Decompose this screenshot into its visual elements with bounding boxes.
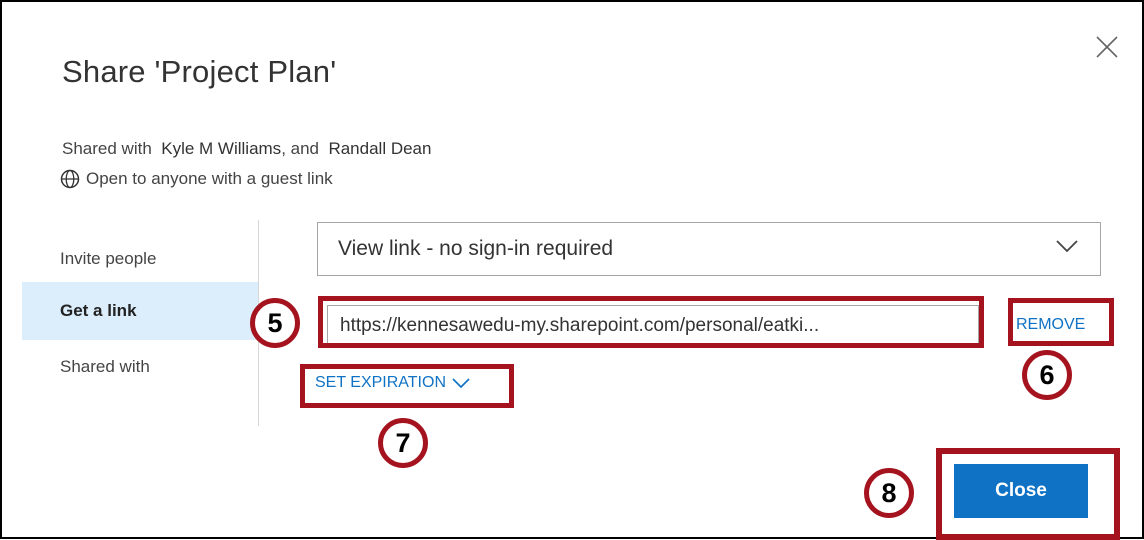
guest-link-status: Open to anyone with a guest link	[60, 169, 333, 189]
share-dialog: Share 'Project Plan' Shared with Kyle M …	[0, 0, 1144, 540]
set-expiration-label: SET EXPIRATION	[315, 374, 446, 391]
nav-item-label: Invite people	[60, 249, 157, 268]
nav-get-a-link[interactable]: Get a link	[22, 282, 258, 340]
shared-joiner: , and	[281, 139, 319, 158]
shared-person[interactable]: Kyle M Williams	[161, 139, 281, 158]
link-url-text: https://kennesawedu-my.sharepoint.com/pe…	[340, 315, 820, 336]
link-type-dropdown[interactable]: View link - no sign-in required	[317, 222, 1101, 276]
callout-8: 8	[864, 468, 914, 518]
dialog-title: Share 'Project Plan'	[62, 54, 337, 89]
chevron-down-icon	[452, 378, 470, 388]
nav-shared-with[interactable]: Shared with	[22, 338, 258, 396]
callout-6: 6	[1022, 350, 1072, 400]
remove-link[interactable]: REMOVE	[1016, 316, 1085, 334]
guest-link-text: Open to anyone with a guest link	[86, 169, 333, 188]
nav-item-label: Get a link	[60, 301, 137, 320]
globe-icon	[60, 169, 80, 189]
close-icon[interactable]	[1094, 34, 1120, 60]
nav-invite-people[interactable]: Invite people	[22, 230, 258, 288]
chevron-down-icon	[1056, 240, 1078, 253]
shared-with-line: Shared with Kyle M Williams, and Randall…	[62, 139, 431, 159]
callout-7: 7	[378, 418, 428, 468]
link-type-value: View link - no sign-in required	[338, 237, 614, 260]
set-expiration-link[interactable]: SET EXPIRATION	[315, 374, 470, 392]
shared-with-prefix: Shared with	[62, 139, 152, 158]
close-button[interactable]: Close	[954, 464, 1088, 518]
nav-item-label: Shared with	[60, 357, 150, 376]
callout-5: 5	[250, 298, 300, 348]
shared-person[interactable]: Randall Dean	[328, 139, 431, 158]
link-url-field[interactable]: https://kennesawedu-my.sharepoint.com/pe…	[327, 305, 979, 347]
